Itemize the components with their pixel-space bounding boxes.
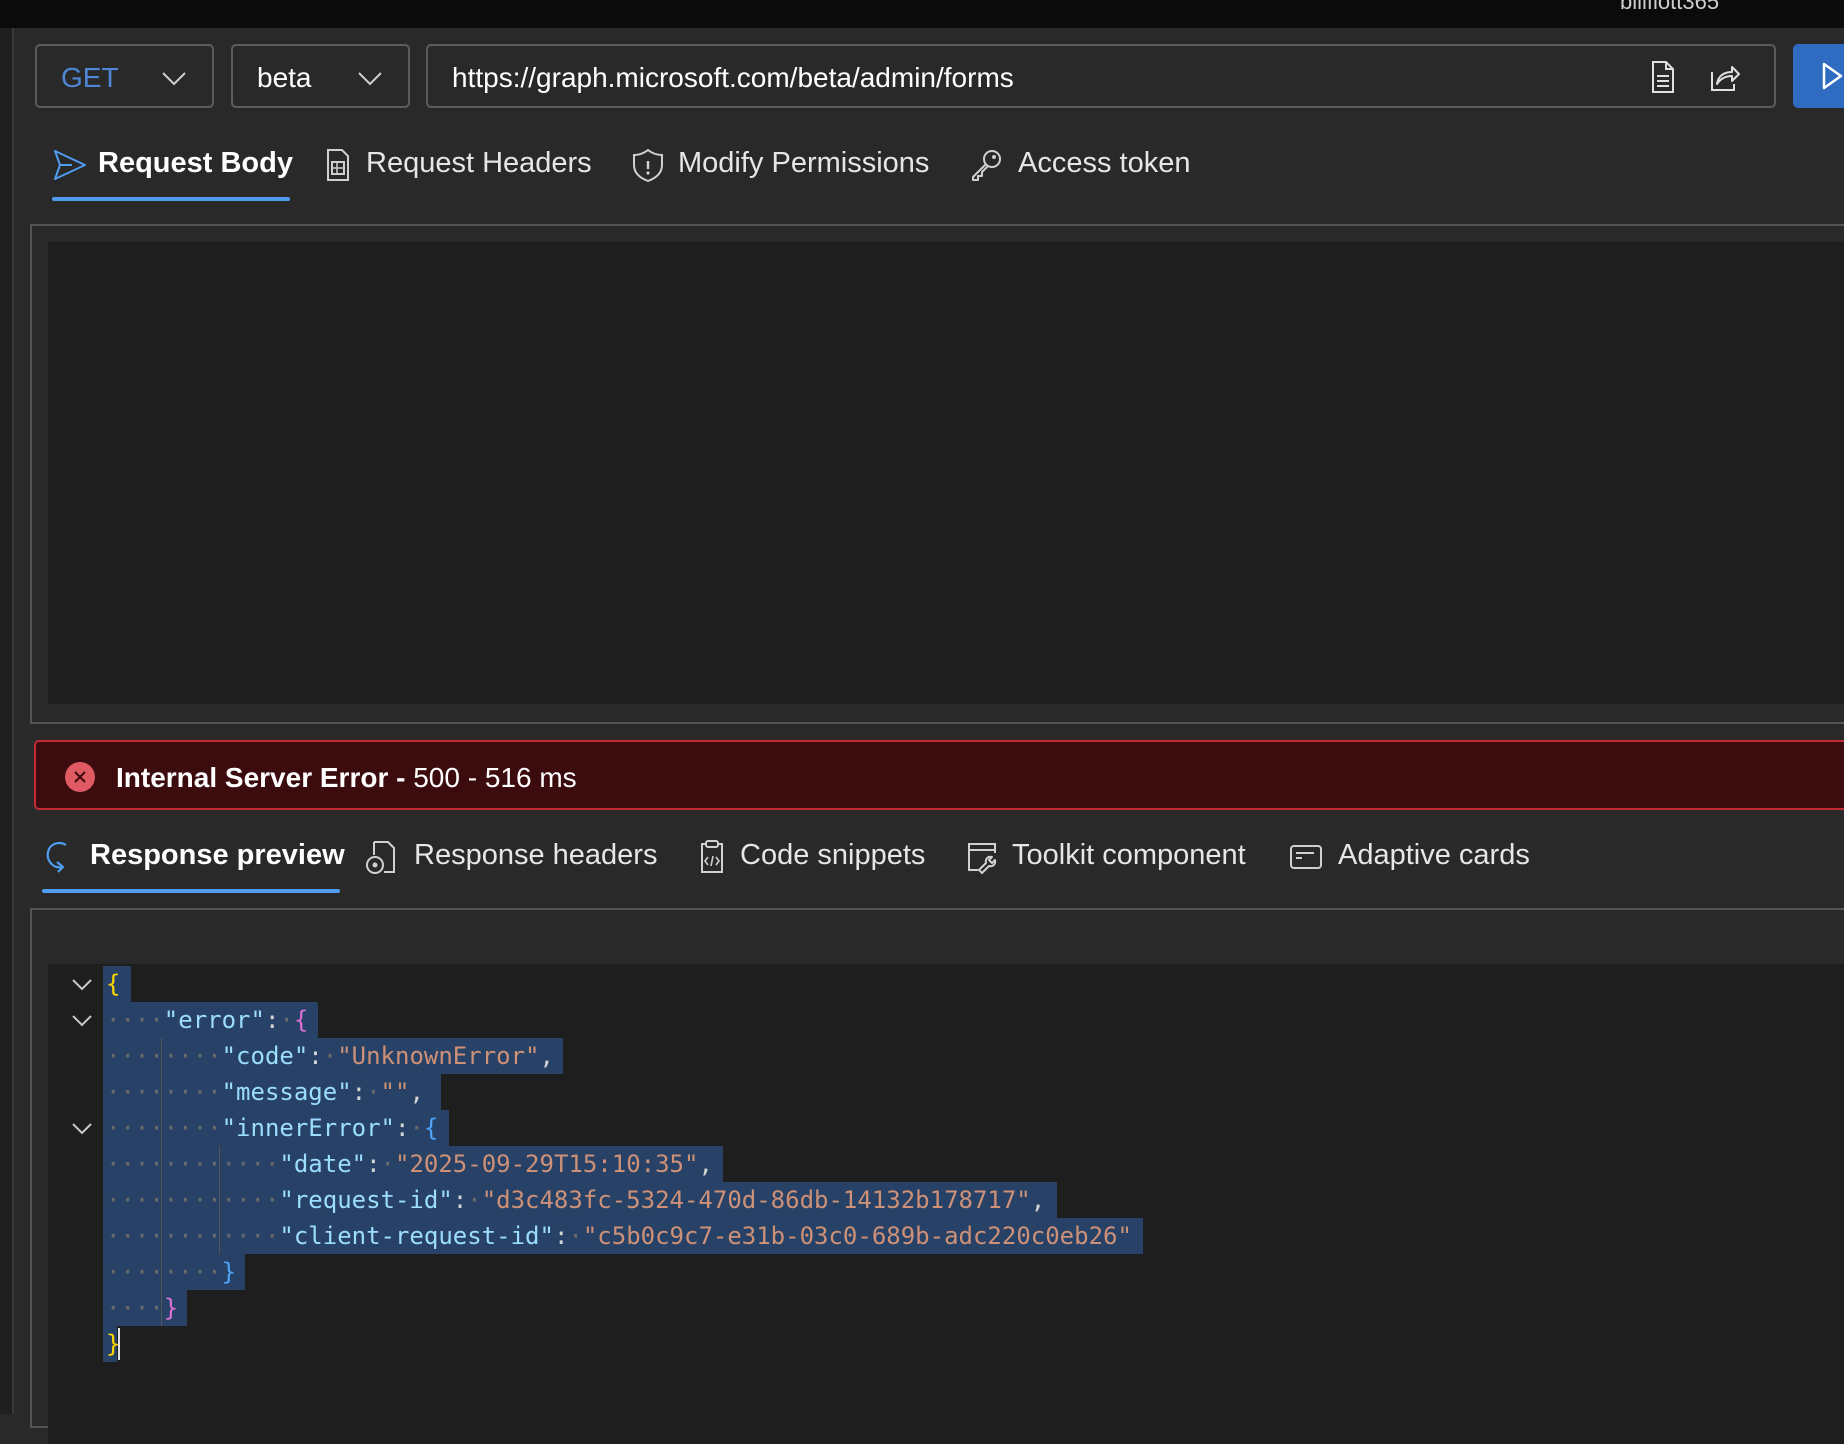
code-line: ····} xyxy=(106,1294,179,1322)
fold-chevron-icon[interactable] xyxy=(70,1008,94,1032)
key-icon xyxy=(972,150,1001,181)
code-line: ············"client-request-id":·"c5b0c9… xyxy=(106,1222,1132,1250)
tab-adaptive-cards[interactable]: Adaptive cards xyxy=(1288,829,1568,889)
left-rail xyxy=(0,28,14,1414)
tab-label: Code snippets xyxy=(740,839,926,871)
code-line: ············"request-id":·"d3c483fc-5324… xyxy=(106,1186,1046,1214)
code-line: ········} xyxy=(106,1258,237,1286)
status-text: Internal Server Error - 500 - 516 ms xyxy=(116,762,577,794)
tab-request-headers[interactable]: Request Headers xyxy=(320,137,600,197)
text-cursor xyxy=(118,1328,120,1360)
chevron-down-icon xyxy=(358,72,382,86)
play-icon xyxy=(1822,62,1843,90)
code-line: ········"innerError":·{ xyxy=(106,1114,439,1142)
tab-code-snippets[interactable]: Code snippets xyxy=(694,829,930,889)
title-bar: billfiott365 xyxy=(0,0,1844,28)
status-detail: 500 - 516 ms xyxy=(413,762,577,793)
status-label: Internal Server Error - xyxy=(116,762,406,793)
tab-toolkit-component[interactable]: Toolkit component xyxy=(964,829,1274,889)
code-line: { xyxy=(106,970,121,998)
chevron-down-icon xyxy=(162,72,186,86)
tab-response-preview[interactable]: Response preview xyxy=(42,829,345,893)
active-tab-indicator xyxy=(52,197,290,201)
tab-access-token[interactable]: Access token xyxy=(968,137,1208,197)
document-icon[interactable] xyxy=(1644,58,1680,96)
active-tab-indicator xyxy=(42,889,340,893)
error-circle-icon xyxy=(65,762,95,792)
tab-label: Modify Permissions xyxy=(678,147,930,179)
run-query-button[interactable] xyxy=(1793,44,1844,108)
arrow-loop-icon xyxy=(46,841,67,873)
clipboard-code-icon xyxy=(701,840,723,873)
shield-icon xyxy=(633,148,663,183)
tab-label: Response preview xyxy=(90,839,345,871)
share-icon[interactable] xyxy=(1706,58,1742,96)
window-wrench-icon xyxy=(968,843,997,874)
response-code-editor[interactable]: { ····"error":·{ ········"code":·"Unknow… xyxy=(48,964,1844,1444)
http-method-value: GET xyxy=(61,62,119,93)
code-line: ········"message":·"", xyxy=(106,1078,424,1106)
card-icon xyxy=(1290,845,1322,869)
tab-label: Toolkit component xyxy=(1012,839,1246,871)
version-dropdown[interactable]: beta xyxy=(231,44,410,108)
request-body-panel xyxy=(30,224,1844,724)
tab-label: Adaptive cards xyxy=(1338,839,1530,871)
response-preview-panel: { ····"error":·{ ········"code":·"Unknow… xyxy=(30,908,1844,1444)
send-icon xyxy=(54,150,86,180)
tab-modify-permissions[interactable]: Modify Permissions xyxy=(630,137,950,197)
response-tabs: Response preview Response headers Code s… xyxy=(40,829,1560,893)
fold-chevron-icon[interactable] xyxy=(70,972,94,996)
http-method-dropdown[interactable]: GET xyxy=(35,44,214,108)
request-tabs: Request Body Request Headers Modify Perm… xyxy=(40,137,1200,201)
url-value: https://graph.microsoft.com/beta/admin/f… xyxy=(452,62,1014,93)
code-line: ········"code":·"UnknownError", xyxy=(106,1042,554,1070)
document-eye-icon xyxy=(366,841,395,874)
code-line: ····"error":·{ xyxy=(106,1006,309,1034)
url-input[interactable]: https://graph.microsoft.com/beta/admin/f… xyxy=(426,44,1776,108)
code-line: ············"date":·"2025-09-29T15:10:35… xyxy=(106,1150,713,1178)
request-body-editor[interactable] xyxy=(48,242,1844,704)
signed-in-user[interactable]: billfiott365 xyxy=(1620,0,1719,15)
document-list-icon xyxy=(327,149,349,181)
tab-request-body[interactable]: Request Body xyxy=(52,137,293,201)
tab-label: Access token xyxy=(1018,147,1191,179)
status-message-bar: Internal Server Error - 500 - 516 ms xyxy=(34,740,1844,810)
tab-label: Response headers xyxy=(414,839,658,871)
fold-chevron-icon[interactable] xyxy=(70,1116,94,1140)
tab-label: Request Headers xyxy=(366,147,592,179)
version-value: beta xyxy=(257,62,312,93)
tab-label: Request Body xyxy=(98,147,293,179)
tab-response-headers[interactable]: Response headers xyxy=(364,829,664,889)
